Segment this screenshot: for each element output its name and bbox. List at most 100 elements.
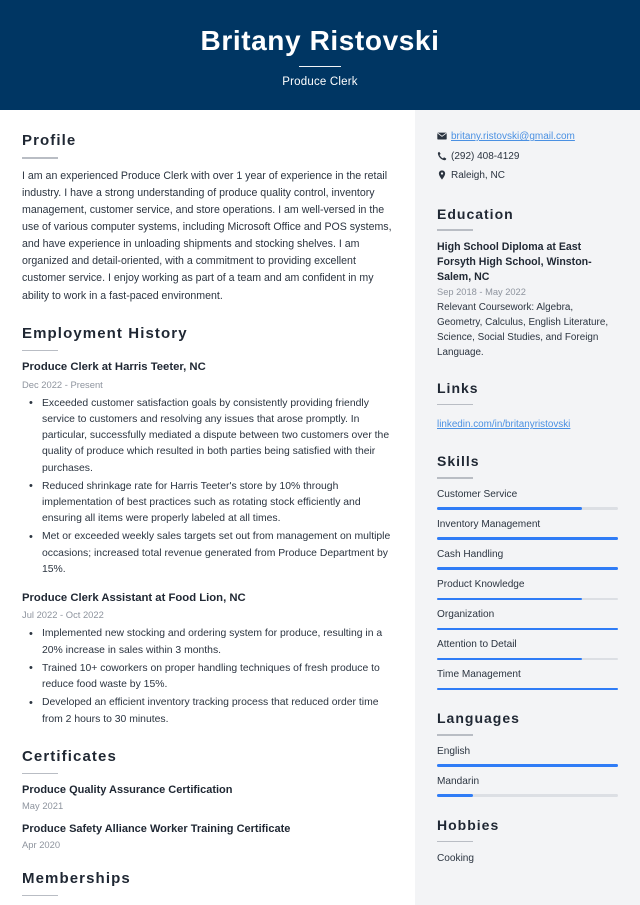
employment-heading: Employment History bbox=[22, 324, 188, 342]
section-languages: Languages English Mandarin bbox=[437, 710, 618, 797]
bullet-item: Reduced shrinkage rate for Harris Teeter… bbox=[29, 478, 393, 528]
certificate-title: Produce Quality Assurance Certification bbox=[22, 784, 233, 797]
skill-item-level-fill bbox=[437, 567, 618, 570]
certificate-item: Produce Safety Alliance Worker Training … bbox=[22, 822, 393, 850]
section-memberships: Memberships United Fresh Produce Associa… bbox=[22, 870, 393, 905]
language-item-label: Mandarin bbox=[437, 775, 480, 787]
education-item-date: Sep 2018 - May 2022 bbox=[437, 286, 526, 297]
employment-item-date: Dec 2022 - Present bbox=[22, 378, 103, 390]
education-item-description: Relevant Coursework: Algebra, Geometry, … bbox=[437, 301, 609, 359]
certificates-heading: Certificates bbox=[22, 747, 117, 765]
memberships-heading-rule bbox=[22, 894, 58, 897]
skill-item-level-fill bbox=[437, 657, 582, 661]
employment-item-title: Produce Clerk Assistant at Food Lion, NC bbox=[22, 592, 246, 605]
candidate-job-title: Produce Clerk bbox=[282, 76, 358, 89]
skill-item-label: Customer Service bbox=[437, 488, 518, 500]
section-employment-history: Employment History Produce Clerk at Harr… bbox=[22, 325, 393, 728]
contact-row[interactable]: britany.ristovski@gmail.com bbox=[437, 130, 618, 145]
employment-list: Produce Clerk at Harris Teeter, NC Dec 20… bbox=[22, 360, 393, 728]
certificates-heading-rule bbox=[22, 772, 58, 775]
skill-item-label: Attention to Detail bbox=[437, 639, 517, 651]
envelope-icon bbox=[437, 130, 451, 141]
skill-item: Cash Handling bbox=[437, 548, 618, 570]
skill-item-level-fill bbox=[437, 627, 618, 631]
profile-heading: Profile bbox=[22, 132, 77, 149]
resume-page: Britany Ristovski Produce Clerk Profile … bbox=[0, 0, 640, 905]
section-profile: Profile I am an experienced Produce Cler… bbox=[22, 132, 393, 305]
sidebar-column: britany.ristovski@gmail.com (292) 408-412… bbox=[415, 110, 640, 905]
skills-heading: Skills bbox=[437, 453, 480, 470]
skill-item-level-track bbox=[437, 507, 618, 510]
hobbies-heading-rule bbox=[437, 840, 473, 843]
education-item-title: High School Diploma at East Forsyth High… bbox=[437, 240, 592, 283]
skill-item-level-fill bbox=[437, 687, 618, 691]
skill-item: Customer Service bbox=[437, 488, 618, 510]
skill-item-level-fill bbox=[437, 537, 618, 540]
language-item-level-track bbox=[437, 764, 618, 767]
skill-item-level-track bbox=[437, 567, 618, 570]
section-hobbies: Hobbies Cooking bbox=[437, 817, 618, 866]
memberships-heading: Memberships bbox=[22, 869, 131, 887]
contact-email-link[interactable]: britany.ristovski@gmail.com bbox=[451, 130, 575, 145]
skill-item: Inventory Management bbox=[437, 518, 618, 540]
candidate-name: Britany Ristovski bbox=[200, 24, 440, 56]
employment-item: Produce Clerk at Harris Teeter, NC Dec 20… bbox=[22, 360, 393, 578]
skill-item-label: Cash Handling bbox=[437, 548, 504, 560]
skill-item-label: Inventory Management bbox=[437, 518, 541, 530]
education-item: High School Diploma at East Forsyth High… bbox=[437, 240, 618, 360]
employment-item: Produce Clerk Assistant at Food Lion, NC… bbox=[22, 591, 393, 728]
skill-item-label: Organization bbox=[437, 609, 495, 621]
section-links: Links linkedin.com/in/britanyristovski bbox=[437, 380, 618, 433]
header-divider bbox=[299, 65, 341, 68]
main-column: Profile I am an experienced Produce Cler… bbox=[0, 110, 415, 905]
links-list: linkedin.com/in/britanyristovski bbox=[437, 414, 618, 433]
phone-icon bbox=[437, 150, 451, 161]
skills-heading-rule bbox=[437, 477, 473, 479]
skill-item-level-track bbox=[437, 597, 618, 601]
skill-item-level-fill bbox=[437, 507, 582, 510]
links-heading: Links bbox=[437, 380, 479, 397]
skill-item: Organization bbox=[437, 608, 618, 631]
skill-item-label: Time Management bbox=[437, 669, 521, 681]
language-item-level-fill bbox=[437, 794, 474, 797]
section-skills: Skills Customer Service Inventory Managem… bbox=[437, 453, 618, 691]
language-item-level-track bbox=[437, 794, 618, 797]
profile-link[interactable]: linkedin.com/in/britanyristovski bbox=[437, 419, 570, 430]
education-heading: Education bbox=[437, 205, 514, 222]
language-item: English bbox=[437, 745, 618, 767]
resume-header: Britany Ristovski Produce Clerk bbox=[0, 0, 640, 110]
language-item-level-fill bbox=[437, 764, 618, 767]
links-heading-rule bbox=[437, 403, 473, 406]
certificates-list: Produce Quality Assurance Certification M… bbox=[22, 783, 393, 850]
section-education: Education High School Diploma at East Fo… bbox=[437, 206, 618, 361]
employment-heading-rule bbox=[22, 349, 58, 352]
hobbies-list: Cooking bbox=[437, 851, 618, 866]
employment-item-date: Jul 2022 - Oct 2022 bbox=[22, 609, 104, 621]
hobby-item: Cooking bbox=[437, 853, 475, 865]
education-list: High School Diploma at East Forsyth High… bbox=[437, 240, 618, 360]
skill-item-level-track bbox=[437, 687, 618, 691]
bullet-item: Implemented new stocking and ordering sy… bbox=[29, 626, 393, 658]
skill-item: Time Management bbox=[437, 668, 618, 691]
languages-heading-rule bbox=[437, 734, 473, 736]
section-certificates: Certificates Produce Quality Assurance C… bbox=[22, 748, 393, 850]
contact-phone-text: (292) 408-4129 bbox=[451, 150, 520, 162]
language-item-label: English bbox=[437, 745, 471, 757]
certificate-title: Produce Safety Alliance Worker Training … bbox=[22, 823, 291, 836]
employment-item-bullets: Implemented new stocking and ordering sy… bbox=[22, 626, 393, 727]
certificate-date: Apr 2020 bbox=[22, 838, 61, 850]
profile-heading-rule bbox=[22, 157, 58, 159]
resume-body: Profile I am an experienced Produce Cler… bbox=[0, 110, 640, 905]
hobbies-heading: Hobbies bbox=[437, 816, 500, 833]
languages-heading: Languages bbox=[437, 710, 520, 727]
contact-list: britany.ristovski@gmail.com (292) 408-412… bbox=[437, 130, 618, 184]
bullet-item: Exceeded customer satisfaction goals by … bbox=[29, 395, 393, 477]
bullet-item: Developed an efficient inventory trackin… bbox=[29, 695, 393, 727]
education-heading-rule bbox=[437, 229, 473, 231]
skill-item-label: Product Knowledge bbox=[437, 578, 525, 590]
skill-item: Product Knowledge bbox=[437, 578, 618, 601]
skill-item-level-track bbox=[437, 657, 618, 661]
contact-row: Raleigh, NC bbox=[437, 169, 618, 184]
skill-item-level-track bbox=[437, 537, 618, 540]
employment-item-title: Produce Clerk at Harris Teeter, NC bbox=[22, 361, 206, 374]
